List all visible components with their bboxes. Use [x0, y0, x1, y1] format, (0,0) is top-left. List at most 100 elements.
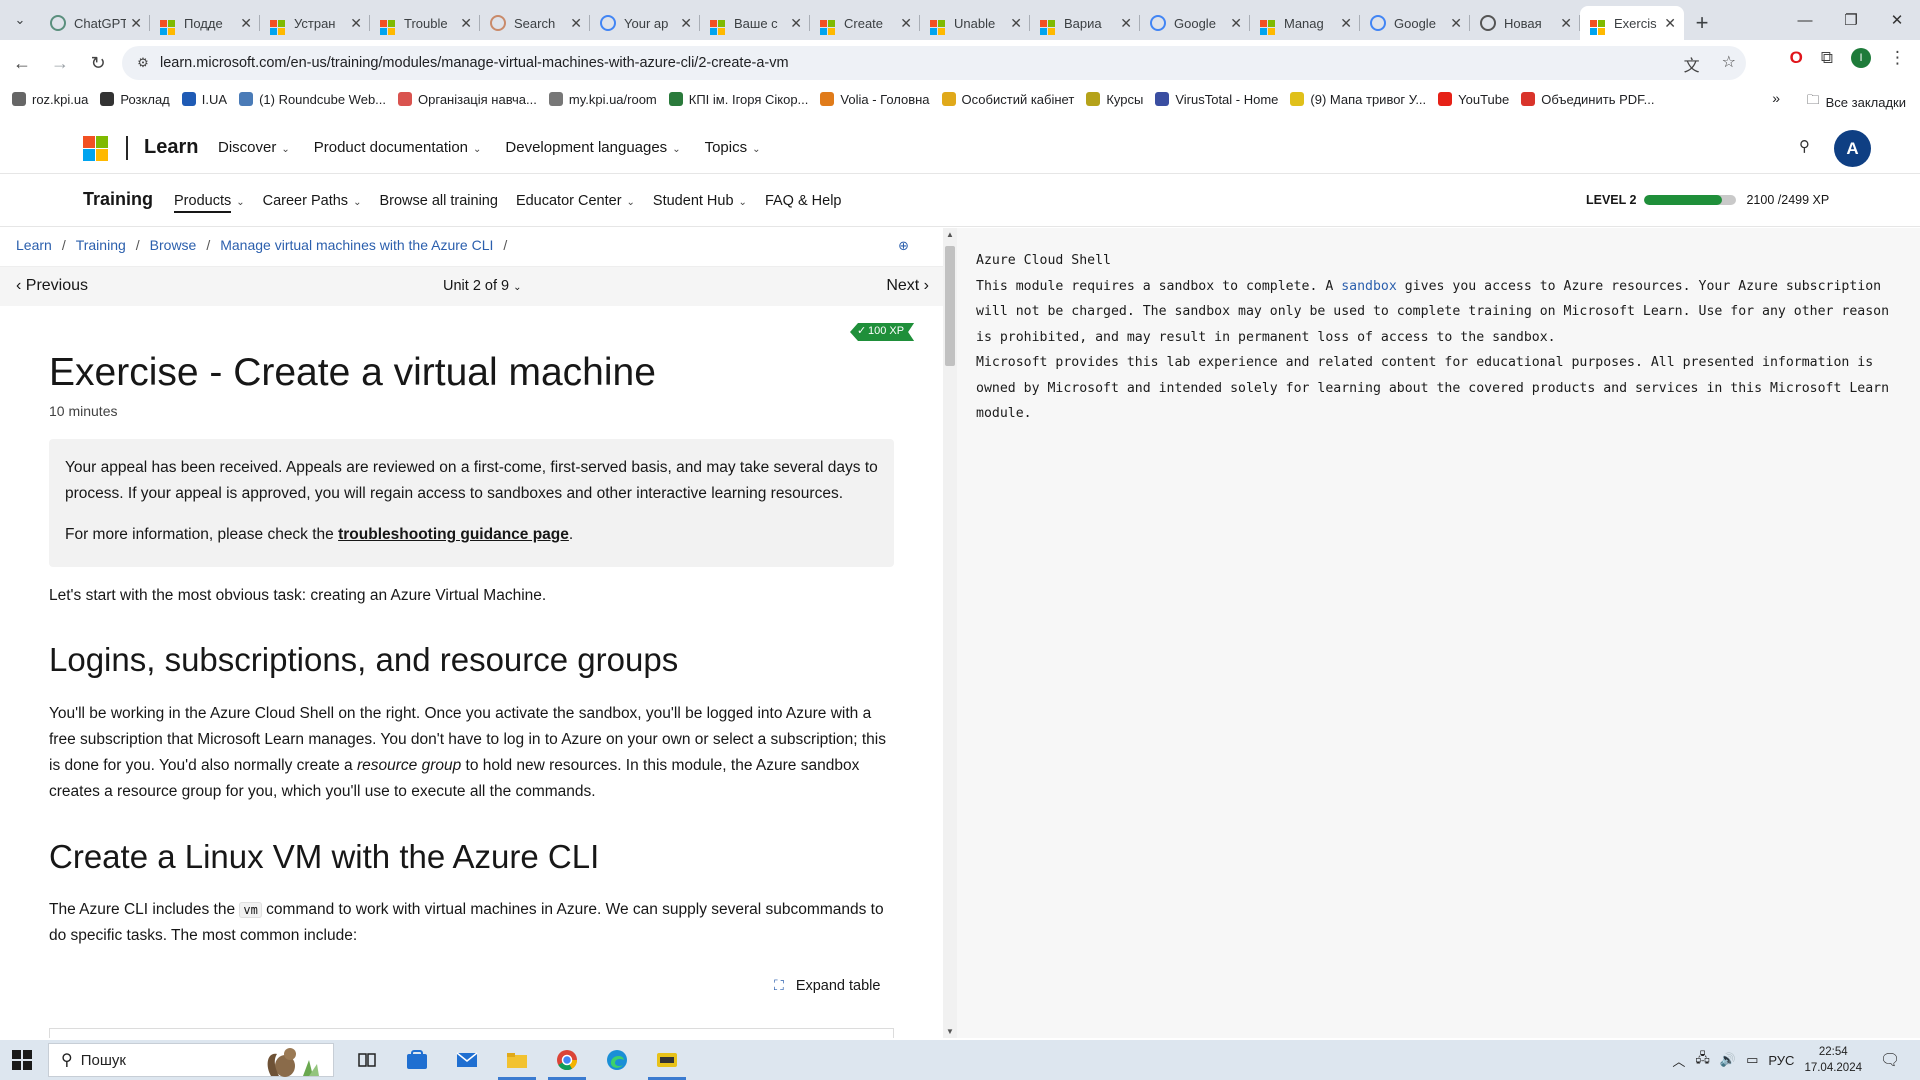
translate-icon[interactable]: 文 — [1684, 52, 1700, 76]
bookmark-item[interactable]: VirusTotal - Home — [1155, 92, 1278, 107]
reload-icon[interactable]: ↻ — [82, 47, 114, 79]
breadcrumb-browse[interactable]: Browse — [150, 237, 197, 253]
sandbox-link[interactable]: sandbox — [1341, 279, 1397, 294]
training-menu-item[interactable]: Browse all training — [379, 193, 497, 209]
browser-tab[interactable]: Search ✕ — [480, 6, 590, 40]
tab-close-icon[interactable]: ✕ — [790, 15, 802, 32]
scroll-up-icon[interactable]: ▲ — [946, 230, 954, 239]
training-menu-item[interactable]: Career Paths ⌄ — [263, 193, 362, 209]
address-bar[interactable]: ⚙ learn.microsoft.com/en-us/training/mod… — [122, 46, 1746, 80]
file-explorer-icon[interactable] — [492, 1040, 542, 1080]
browser-tab[interactable]: Manag ✕ — [1250, 6, 1360, 40]
bookmark-item[interactable]: Курсы — [1086, 92, 1143, 107]
training-menu-item[interactable]: Educator Center ⌄ — [516, 193, 635, 209]
opera-extension-icon[interactable]: O — [1790, 48, 1803, 68]
learn-brand-link[interactable]: Learn — [144, 136, 198, 159]
url-text[interactable]: learn.microsoft.com/en-us/training/modul… — [160, 55, 789, 71]
tab-close-icon[interactable]: ✕ — [240, 15, 252, 32]
windows-start-icon[interactable] — [12, 1050, 32, 1070]
tab-close-icon[interactable]: ✕ — [1560, 15, 1572, 32]
chrome-icon[interactable] — [542, 1040, 592, 1080]
profile-avatar[interactable]: I — [1851, 48, 1871, 68]
tab-close-icon[interactable]: ✕ — [570, 15, 582, 32]
bookmark-item[interactable]: Організація навча... — [398, 92, 537, 107]
bookmark-item[interactable]: Volia - Головна — [820, 92, 930, 107]
tab-close-icon[interactable]: ✕ — [1450, 15, 1462, 32]
browser-tab[interactable]: Unable ✕ — [920, 6, 1030, 40]
back-icon[interactable]: ← — [6, 47, 38, 79]
learn-menu-item[interactable]: Development languages ⌄ — [505, 139, 680, 156]
all-bookmarks-button[interactable]: 🗀 Все закладки — [1807, 91, 1906, 113]
browser-tab[interactable]: Подде ✕ — [150, 6, 260, 40]
level-progress[interactable]: LEVEL 2 2100 /2499 XP — [1586, 193, 1829, 207]
browser-tab[interactable]: Новая ✕ — [1470, 6, 1580, 40]
tab-close-icon[interactable]: ✕ — [1664, 15, 1676, 32]
tab-search-menu-icon[interactable]: ⌄ — [0, 0, 40, 40]
browser-tab-active[interactable]: Exercis ✕ — [1580, 6, 1684, 40]
training-menu-item[interactable]: Student Hub ⌄ — [653, 193, 747, 209]
bookmark-item[interactable]: Объединить PDF... — [1521, 92, 1654, 107]
browser-tab[interactable]: Google ✕ — [1360, 6, 1470, 40]
scroll-down-icon[interactable]: ▼ — [946, 1027, 954, 1036]
tab-close-icon[interactable]: ✕ — [130, 15, 142, 32]
search-icon[interactable]: ⚲ — [1799, 137, 1810, 155]
bookmark-item[interactable]: I.UA — [181, 92, 227, 107]
bookmark-item[interactable]: (1) Roundcube Web... — [239, 92, 386, 107]
bookmark-item[interactable]: Особистий кабінет — [941, 92, 1074, 107]
microsoft-store-icon[interactable] — [392, 1040, 442, 1080]
extensions-icon[interactable]: ⧉ — [1821, 48, 1833, 68]
tab-close-icon[interactable]: ✕ — [1010, 15, 1022, 32]
app-taskbar-icon[interactable] — [642, 1040, 692, 1080]
bookmark-item[interactable]: (9) Мапа тривог У... — [1290, 92, 1426, 107]
browser-tab[interactable]: Устран ✕ — [260, 6, 370, 40]
clock[interactable]: 22:54 17.04.2024 — [1804, 1044, 1862, 1076]
browser-menu-icon[interactable]: ⋮ — [1889, 48, 1906, 68]
bookmark-item[interactable]: my.kpi.ua/room — [548, 92, 657, 107]
learn-menu-item[interactable]: Discover ⌄ — [218, 139, 290, 156]
learn-menu-item[interactable]: Product documentation ⌄ — [314, 139, 482, 156]
volume-icon[interactable]: 🔊 — [1720, 1052, 1736, 1068]
unit-selector[interactable]: Unit 2 of 9 ⌄ — [443, 278, 521, 294]
tab-close-icon[interactable]: ✕ — [680, 15, 692, 32]
browser-tab[interactable]: Вариа ✕ — [1030, 6, 1140, 40]
expand-table-button[interactable]: ⛶ Expand table — [774, 977, 880, 994]
browser-tab[interactable]: Your ap ✕ — [590, 6, 700, 40]
new-tab-button[interactable]: + — [1684, 6, 1720, 40]
content-scrollbar[interactable]: ▲ ▼ — [943, 228, 957, 1038]
previous-unit-button[interactable]: ‹ Previous — [16, 277, 88, 295]
mail-icon[interactable] — [442, 1040, 492, 1080]
minimize-icon[interactable]: — — [1782, 0, 1828, 40]
training-menu-item[interactable]: FAQ & Help — [765, 193, 842, 209]
breadcrumb-learn[interactable]: Learn — [16, 237, 52, 253]
battery-icon[interactable]: ▭ — [1746, 1052, 1758, 1068]
bookmark-item[interactable]: КПІ ім. Ігоря Сікор... — [668, 92, 808, 107]
focus-mode-icon[interactable]: ⊕ — [898, 238, 909, 254]
taskbar-search-box[interactable]: ⚲ Пошук — [48, 1043, 334, 1077]
tab-close-icon[interactable]: ✕ — [900, 15, 912, 32]
tab-close-icon[interactable]: ✕ — [460, 15, 472, 32]
tab-close-icon[interactable]: ✕ — [1340, 15, 1352, 32]
browser-tab[interactable]: Trouble ✕ — [370, 6, 480, 40]
browser-tab[interactable]: Google ✕ — [1140, 6, 1250, 40]
learn-menu-item[interactable]: Topics ⌄ — [705, 139, 761, 156]
tab-close-icon[interactable]: ✕ — [350, 15, 362, 32]
forward-icon[interactable]: → — [44, 47, 76, 79]
tab-close-icon[interactable]: ✕ — [1120, 15, 1132, 32]
breadcrumb-training[interactable]: Training — [76, 237, 126, 253]
scrollbar-thumb[interactable] — [945, 246, 955, 366]
browser-tab[interactable]: ChatGPT ✕ — [40, 6, 150, 40]
training-menu-item[interactable]: Products ⌄ — [174, 193, 245, 213]
tray-expand-icon[interactable]: ︿ — [1672, 1051, 1685, 1070]
microsoft-logo[interactable] — [83, 135, 108, 161]
task-view-icon[interactable] — [342, 1040, 392, 1080]
bookmark-item[interactable]: Розклад — [100, 92, 170, 107]
site-info-icon[interactable]: ⚙ — [128, 55, 158, 71]
input-language[interactable]: РУС — [1768, 1053, 1794, 1068]
bookmark-item[interactable]: YouTube — [1438, 92, 1509, 107]
troubleshooting-link[interactable]: troubleshooting guidance page — [338, 526, 569, 543]
notifications-icon[interactable]: 🗨 — [1880, 1050, 1910, 1070]
breadcrumb-module[interactable]: Manage virtual machines with the Azure C… — [220, 237, 493, 253]
next-unit-button[interactable]: Next › — [886, 277, 929, 295]
training-title[interactable]: Training — [83, 189, 153, 210]
tab-close-icon[interactable]: ✕ — [1230, 15, 1242, 32]
